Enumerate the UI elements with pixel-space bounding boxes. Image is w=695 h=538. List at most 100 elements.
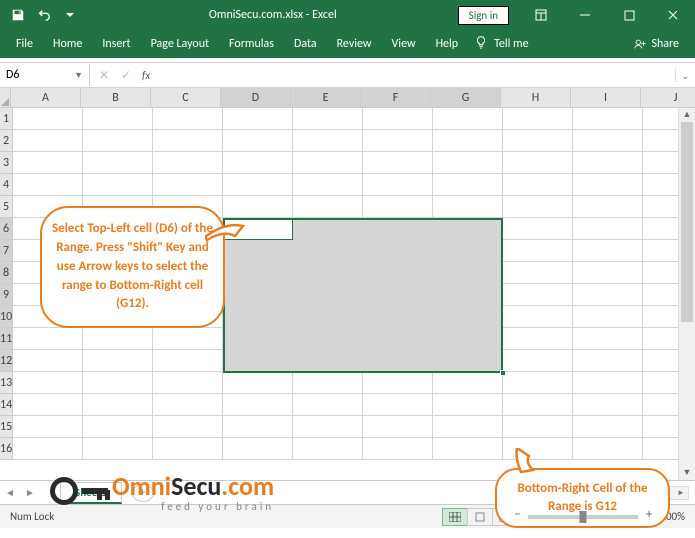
hscroll-right-arrow[interactable]: ►	[674, 488, 688, 498]
cell[interactable]	[573, 262, 643, 284]
save-icon[interactable]	[6, 3, 30, 27]
cell[interactable]	[503, 130, 573, 152]
expand-formula-bar-icon[interactable]: ⌄	[675, 69, 695, 82]
cell[interactable]	[293, 416, 363, 438]
cell[interactable]	[433, 240, 503, 262]
cell[interactable]	[573, 328, 643, 350]
cell[interactable]	[13, 152, 83, 174]
cell[interactable]	[363, 174, 433, 196]
vertical-scrollbar[interactable]: ▲ ▼	[678, 108, 695, 480]
normal-view-button[interactable]	[442, 508, 468, 526]
row-header[interactable]: 7	[0, 240, 13, 262]
cell[interactable]	[503, 350, 573, 372]
cell[interactable]	[433, 130, 503, 152]
cell[interactable]	[433, 350, 503, 372]
cell[interactable]	[13, 174, 83, 196]
row-header[interactable]: 10	[0, 306, 13, 328]
column-header[interactable]: H	[501, 88, 571, 107]
cell[interactable]	[223, 108, 293, 130]
cell[interactable]	[153, 152, 223, 174]
cell[interactable]	[503, 306, 573, 328]
scroll-down-arrow[interactable]: ▼	[679, 466, 695, 480]
cell[interactable]	[573, 306, 643, 328]
row-header[interactable]: 5	[0, 196, 13, 218]
cell[interactable]	[363, 328, 433, 350]
cell[interactable]	[293, 328, 363, 350]
column-header[interactable]: D	[221, 88, 291, 107]
cell[interactable]	[433, 306, 503, 328]
minimize-button[interactable]	[563, 0, 607, 30]
cell[interactable]	[363, 438, 433, 460]
cell[interactable]	[573, 108, 643, 130]
cell[interactable]	[83, 438, 153, 460]
cell[interactable]	[503, 284, 573, 306]
cell[interactable]	[293, 262, 363, 284]
cell[interactable]	[503, 108, 573, 130]
cell[interactable]	[363, 152, 433, 174]
formula-input[interactable]	[156, 64, 675, 86]
column-header[interactable]: G	[431, 88, 501, 107]
cell[interactable]	[433, 152, 503, 174]
cell[interactable]	[363, 394, 433, 416]
cell[interactable]	[503, 196, 573, 218]
row-header[interactable]: 8	[0, 262, 13, 284]
cell[interactable]	[293, 350, 363, 372]
cell[interactable]	[573, 152, 643, 174]
select-all-corner[interactable]	[0, 88, 11, 107]
cell[interactable]	[223, 306, 293, 328]
cell[interactable]	[503, 328, 573, 350]
column-header[interactable]: I	[571, 88, 641, 107]
cell[interactable]	[293, 218, 363, 240]
cell[interactable]	[503, 394, 573, 416]
cell[interactable]	[573, 174, 643, 196]
tell-me-icon[interactable]	[468, 30, 494, 58]
cell[interactable]	[153, 416, 223, 438]
cell[interactable]	[153, 394, 223, 416]
formulas-tab[interactable]: Formulas	[219, 32, 284, 56]
row-header[interactable]: 14	[0, 394, 13, 416]
cell[interactable]	[363, 372, 433, 394]
cell[interactable]	[433, 108, 503, 130]
zoom-slider[interactable]: − +	[528, 515, 638, 519]
row-header[interactable]: 16	[0, 438, 13, 460]
cell[interactable]	[13, 416, 83, 438]
review-tab[interactable]: Review	[327, 32, 382, 56]
data-tab[interactable]: Data	[284, 32, 327, 56]
cell[interactable]	[223, 394, 293, 416]
cell[interactable]	[503, 372, 573, 394]
fill-handle[interactable]	[500, 370, 506, 376]
cell[interactable]	[433, 372, 503, 394]
cell[interactable]	[363, 108, 433, 130]
row-header[interactable]: 15	[0, 416, 13, 438]
qat-dropdown-icon[interactable]	[58, 3, 82, 27]
row-header[interactable]: 11	[0, 328, 13, 350]
cell[interactable]	[293, 306, 363, 328]
row-header[interactable]: 1	[0, 108, 13, 130]
cell[interactable]	[13, 394, 83, 416]
cell[interactable]	[223, 262, 293, 284]
cell[interactable]	[293, 240, 363, 262]
share-button[interactable]: Share	[623, 32, 689, 56]
column-header[interactable]: C	[151, 88, 221, 107]
cell[interactable]	[223, 130, 293, 152]
cell[interactable]	[223, 350, 293, 372]
cell[interactable]	[83, 130, 153, 152]
insert-tab[interactable]: Insert	[92, 32, 140, 56]
sheet-nav-prev[interactable]: ◄	[0, 486, 20, 499]
cell[interactable]	[433, 218, 503, 240]
cell[interactable]	[433, 394, 503, 416]
cell[interactable]	[13, 108, 83, 130]
row-header[interactable]: 3	[0, 152, 13, 174]
help-tab[interactable]: Help	[426, 32, 469, 56]
zoom-handle[interactable]	[580, 511, 587, 523]
cell[interactable]	[293, 130, 363, 152]
cell[interactable]	[363, 284, 433, 306]
cell[interactable]	[83, 174, 153, 196]
scroll-thumb[interactable]	[681, 122, 693, 322]
row-header[interactable]: 13	[0, 372, 13, 394]
cell[interactable]	[433, 262, 503, 284]
cell[interactable]	[363, 130, 433, 152]
cell[interactable]	[83, 108, 153, 130]
cell[interactable]	[83, 394, 153, 416]
home-tab[interactable]: Home	[43, 32, 92, 56]
